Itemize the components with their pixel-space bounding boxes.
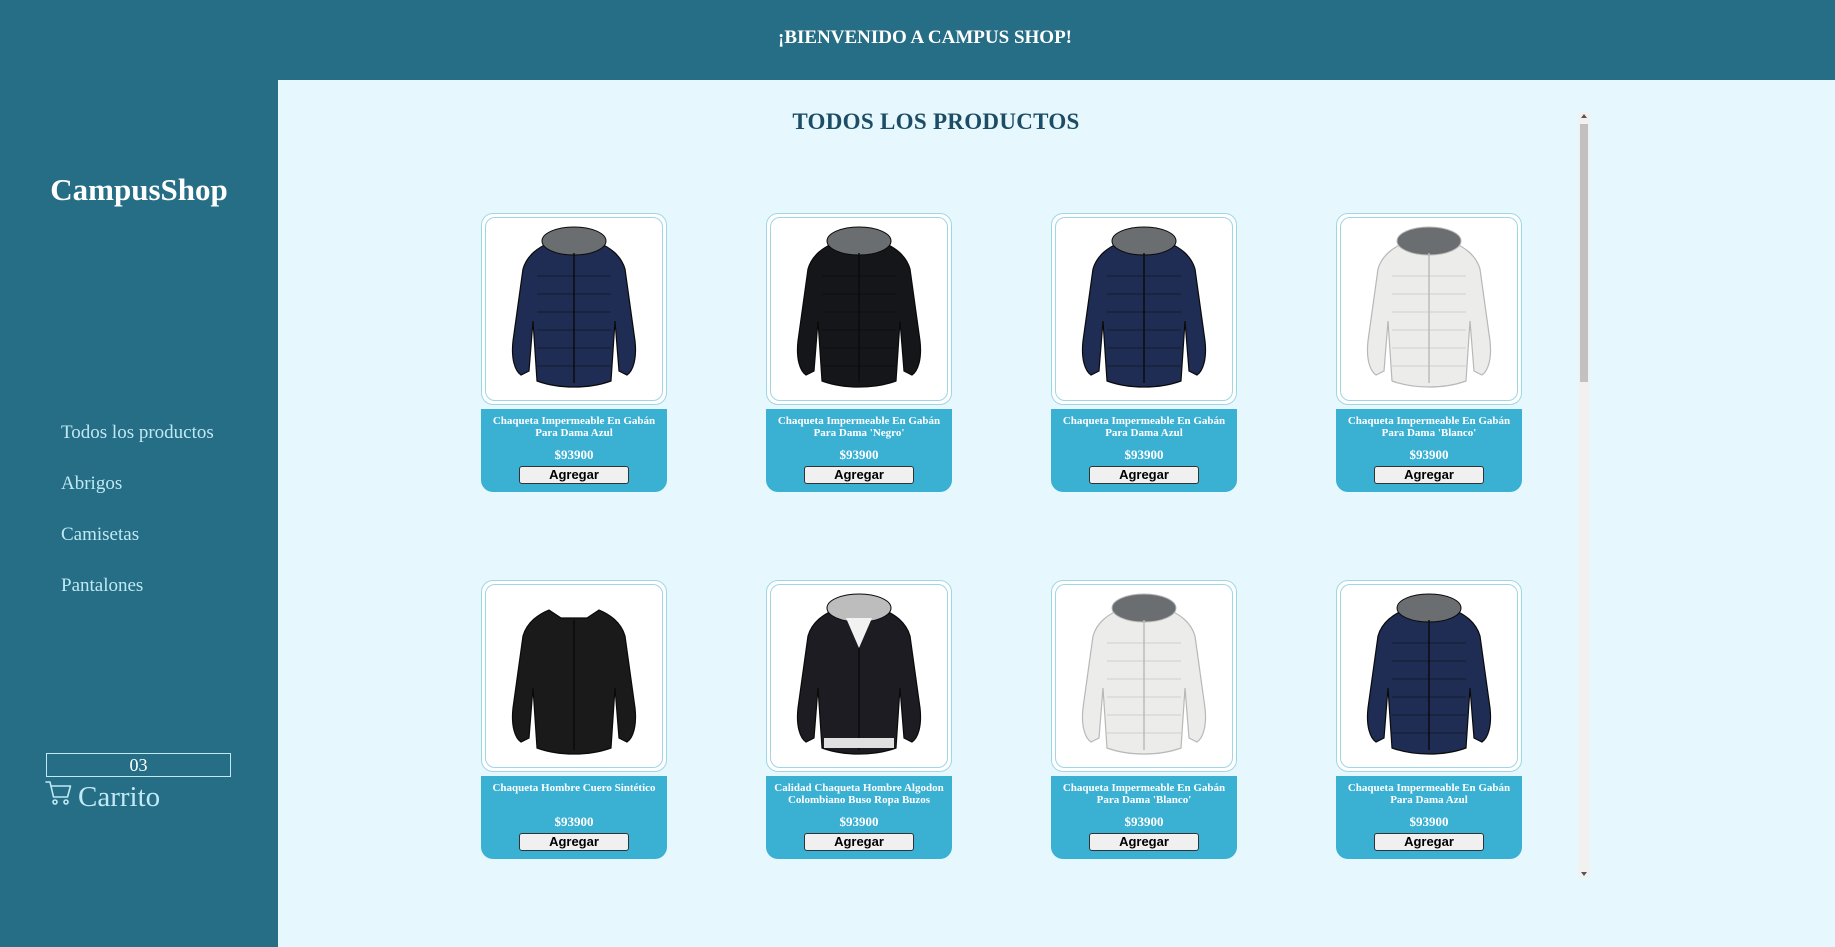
product-info: Calidad Chaqueta Hombre Algodon Colombia… <box>766 776 952 859</box>
scrollbar[interactable] <box>1578 112 1590 878</box>
product-price: $93900 <box>839 447 879 462</box>
product-title: Chaqueta Impermeable En Gabán Para Dama … <box>1347 782 1511 806</box>
product-price: $93900 <box>839 814 879 829</box>
product-info: Chaqueta Hombre Cuero Sintético $93900 Agr… <box>481 776 667 859</box>
add-to-cart-button[interactable]: Agregar <box>519 466 629 484</box>
product-info: Chaqueta Impermeable En Gabán Para Dama … <box>1336 776 1522 859</box>
product-image-frame <box>1336 213 1522 405</box>
nav-item-abrigos[interactable]: Abrigos <box>61 473 122 495</box>
product-image <box>485 584 663 768</box>
brand-logo[interactable]: CampusShop <box>0 172 278 208</box>
product-image <box>770 584 948 768</box>
product-info: Chaqueta Impermeable En Gabán Para Dama … <box>1051 409 1237 492</box>
scroll-up-arrow-icon[interactable] <box>1581 114 1587 118</box>
add-to-cart-button[interactable]: Agregar <box>804 833 914 851</box>
add-to-cart-button[interactable]: Agregar <box>804 466 914 484</box>
product-card: Chaqueta Impermeable En Gabán Para Dama … <box>1336 580 1522 859</box>
product-title: Chaqueta Hombre Cuero Sintético <box>492 782 656 794</box>
product-image-frame <box>766 213 952 405</box>
product-card: Chaqueta Impermeable En Gabán Para Dama … <box>766 213 952 492</box>
nav-item-todos-los-productos[interactable]: Todos los productos <box>61 422 214 444</box>
product-card: Chaqueta Impermeable En Gabán Para Dama … <box>1051 580 1237 859</box>
product-title: Chaqueta Impermeable En Gabán Para Dama … <box>1062 782 1226 806</box>
product-card: Chaqueta Hombre Cuero Sintético $93900 Agr… <box>481 580 667 859</box>
product-info: Chaqueta Impermeable En Gabán Para Dama … <box>1336 409 1522 492</box>
product-image <box>770 217 948 401</box>
product-info: Chaqueta Impermeable En Gabán Para Dama … <box>766 409 952 492</box>
add-to-cart-button[interactable]: Agregar <box>1089 833 1199 851</box>
page-title: TODOS LOS PRODUCTOS <box>792 109 1080 134</box>
product-image-frame <box>481 213 667 405</box>
product-image <box>485 217 663 401</box>
product-image <box>1055 217 1233 401</box>
product-card: Chaqueta Impermeable En Gabán Para Dama … <box>1051 213 1237 492</box>
top-header: ¡BIENVENIDO A CAMPUS SHOP! <box>0 0 1835 80</box>
cart-count: 03 <box>46 753 231 777</box>
product-price: $93900 <box>1124 814 1164 829</box>
add-to-cart-button[interactable]: Agregar <box>1089 466 1199 484</box>
product-title: Chaqueta Impermeable En Gabán Para Dama … <box>1347 415 1511 439</box>
product-image <box>1340 217 1518 401</box>
cart-label: Carrito <box>78 780 161 813</box>
product-title: Chaqueta Impermeable En Gabán Para Dama … <box>1062 415 1226 439</box>
product-title: Calidad Chaqueta Hombre Algodon Colombia… <box>774 782 944 806</box>
product-image-frame <box>1336 580 1522 772</box>
add-to-cart-button[interactable]: Agregar <box>1374 833 1484 851</box>
nav-item-camisetas[interactable]: Camisetas <box>61 524 139 546</box>
sidebar: CampusShop Todos los productos Abrigos C… <box>0 80 278 947</box>
scroll-down-arrow-icon[interactable] <box>1581 872 1587 876</box>
product-price: $93900 <box>554 814 594 829</box>
cart-link[interactable]: Carrito <box>45 780 160 814</box>
product-title: Chaqueta Impermeable En Gabán Para Dama … <box>777 415 941 439</box>
product-price: $93900 <box>554 447 594 462</box>
shopping-cart-icon <box>45 780 78 814</box>
product-image-frame <box>1051 580 1237 772</box>
product-card: Chaqueta Impermeable En Gabán Para Dama … <box>1336 213 1522 492</box>
product-title: Chaqueta Impermeable En Gabán Para Dama … <box>492 415 656 439</box>
add-to-cart-button[interactable]: Agregar <box>519 833 629 851</box>
product-price: $93900 <box>1409 814 1449 829</box>
product-info: Chaqueta Impermeable En Gabán Para Dama … <box>481 409 667 492</box>
product-image-frame <box>1051 213 1237 405</box>
welcome-banner: ¡BIENVENIDO A CAMPUS SHOP! <box>778 27 1072 48</box>
scroll-thumb[interactable] <box>1580 124 1588 382</box>
product-image-frame <box>766 580 952 772</box>
nav-item-pantalones[interactable]: Pantalones <box>61 575 143 597</box>
add-to-cart-button[interactable]: Agregar <box>1374 466 1484 484</box>
product-image-frame <box>481 580 667 772</box>
product-card: Calidad Chaqueta Hombre Algodon Colombia… <box>766 580 952 859</box>
product-image <box>1055 584 1233 768</box>
product-price: $93900 <box>1409 447 1449 462</box>
product-image <box>1340 584 1518 768</box>
product-price: $93900 <box>1124 447 1164 462</box>
main-content: TODOS LOS PRODUCTOS Chaqueta Impermeable… <box>278 80 1835 947</box>
product-card: Chaqueta Impermeable En Gabán Para Dama … <box>481 213 667 492</box>
product-info: Chaqueta Impermeable En Gabán Para Dama … <box>1051 776 1237 859</box>
